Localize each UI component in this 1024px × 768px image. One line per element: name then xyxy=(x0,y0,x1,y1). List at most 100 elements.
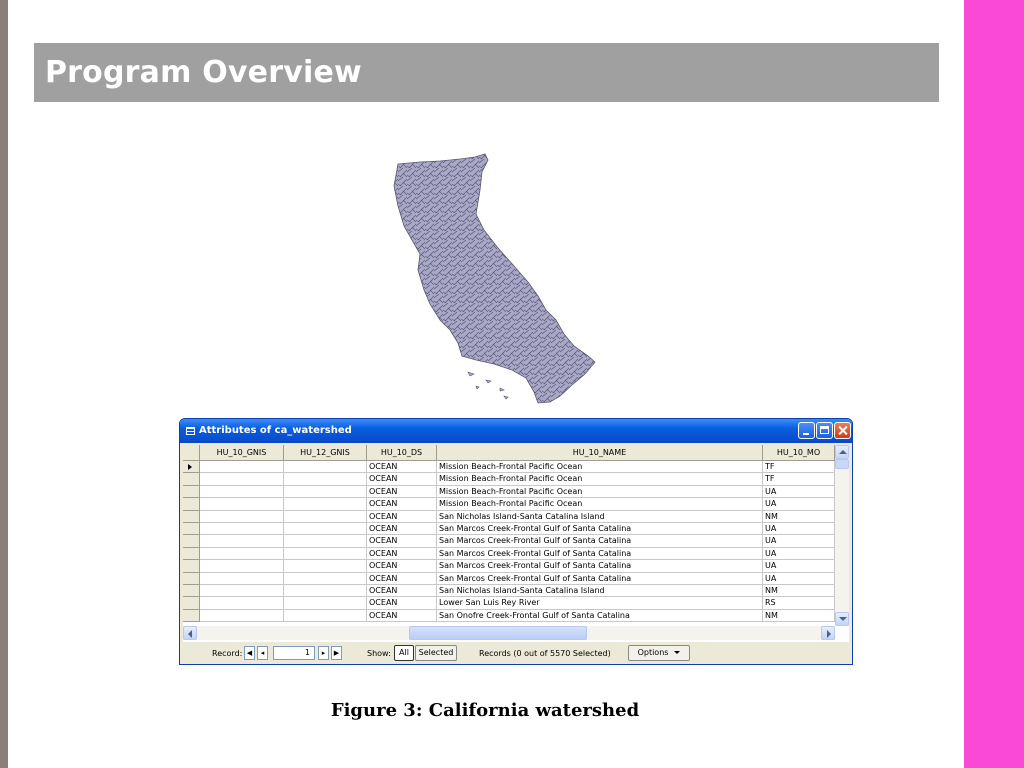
cell-ds[interactable]: OCEAN xyxy=(367,572,437,585)
cell-ds[interactable]: OCEAN xyxy=(367,560,437,573)
show-selected-button[interactable]: Selected xyxy=(415,645,457,661)
row-selector[interactable] xyxy=(183,597,200,610)
scroll-down-icon[interactable] xyxy=(835,612,849,626)
cell-name[interactable]: San Marcos Creek-Frontal Gulf of Santa C… xyxy=(437,572,763,585)
row-selector[interactable] xyxy=(183,560,200,573)
cell-ds[interactable]: OCEAN xyxy=(367,461,437,474)
row-selector[interactable] xyxy=(183,523,200,536)
cell-name[interactable]: Lower San Luis Rey River xyxy=(437,597,763,610)
cell-name[interactable]: Mission Beach-Frontal Pacific Ocean xyxy=(437,485,763,499)
cell-hu12gnis[interactable] xyxy=(284,597,367,610)
column-header-name[interactable]: HU_10_NAME xyxy=(437,445,763,461)
cell-hu10gnis[interactable] xyxy=(200,535,284,548)
window-titlebar[interactable]: Attributes of ca_watershed xyxy=(180,419,852,443)
cell-ds[interactable]: OCEAN xyxy=(367,535,437,548)
last-record-icon[interactable]: ▶ xyxy=(331,646,342,660)
cell-hu10gnis[interactable] xyxy=(200,473,284,486)
cell-hu12gnis[interactable] xyxy=(284,609,367,623)
row-selector[interactable] xyxy=(183,461,200,474)
cell-hu12gnis[interactable] xyxy=(284,535,367,548)
cell-hu10gnis[interactable] xyxy=(200,597,284,610)
show-all-button[interactable]: All xyxy=(394,645,414,661)
cell-name[interactable]: San Marcos Creek-Frontal Gulf of Santa C… xyxy=(437,523,763,536)
cell-hu12gnis[interactable] xyxy=(284,585,367,598)
close-button[interactable] xyxy=(834,422,851,439)
cell-hu10gnis[interactable] xyxy=(200,560,284,573)
cell-ds[interactable]: OCEAN xyxy=(367,485,437,499)
cell-mo[interactable]: NM xyxy=(763,585,835,598)
cell-hu10gnis[interactable] xyxy=(200,609,284,623)
cell-mo[interactable]: UA xyxy=(763,560,835,573)
cell-mo[interactable]: NM xyxy=(763,609,835,623)
cell-name[interactable]: Mission Beach-Frontal Pacific Ocean xyxy=(437,461,763,474)
cell-ds[interactable]: OCEAN xyxy=(367,609,437,623)
row-selector[interactable] xyxy=(183,473,200,486)
cell-mo[interactable]: UA xyxy=(763,498,835,511)
cell-ds[interactable]: OCEAN xyxy=(367,510,437,523)
cell-mo[interactable]: NM xyxy=(763,510,835,523)
cell-hu12gnis[interactable] xyxy=(284,523,367,536)
vertical-scrollbar[interactable] xyxy=(835,445,849,626)
prev-record-icon[interactable]: ◂ xyxy=(257,646,268,660)
cell-mo[interactable]: UA xyxy=(763,535,835,548)
cell-ds[interactable]: OCEAN xyxy=(367,597,437,610)
cell-hu10gnis[interactable] xyxy=(200,498,284,511)
cell-hu10gnis[interactable] xyxy=(200,572,284,585)
cell-name[interactable]: San Onofre Creek-Frontal Gulf of Santa C… xyxy=(437,609,763,623)
row-selector[interactable] xyxy=(183,585,200,598)
cell-hu12gnis[interactable] xyxy=(284,473,367,486)
record-number-input[interactable]: 1 xyxy=(273,646,315,660)
attribute-table[interactable]: HU_10_GNIS HU_12_GNIS HU_10_DS HU_10_NAM… xyxy=(183,445,849,642)
row-selector[interactable] xyxy=(183,572,200,585)
row-selector-header[interactable] xyxy=(183,445,200,461)
cell-ds[interactable]: OCEAN xyxy=(367,523,437,536)
scroll-left-icon[interactable] xyxy=(183,626,197,640)
row-selector[interactable] xyxy=(183,547,200,561)
column-header-hu12gnis[interactable]: HU_12_GNIS xyxy=(284,445,367,461)
maximize-button[interactable] xyxy=(816,422,833,439)
row-selector[interactable] xyxy=(183,510,200,523)
row-selector[interactable] xyxy=(183,609,200,623)
cell-hu12gnis[interactable] xyxy=(284,547,367,561)
cell-name[interactable]: Mission Beach-Frontal Pacific Ocean xyxy=(437,473,763,486)
cell-ds[interactable]: OCEAN xyxy=(367,585,437,598)
cell-name[interactable]: San Marcos Creek-Frontal Gulf of Santa C… xyxy=(437,560,763,573)
cell-name[interactable]: San Marcos Creek-Frontal Gulf of Santa C… xyxy=(437,547,763,561)
cell-ds[interactable]: OCEAN xyxy=(367,473,437,486)
row-selector[interactable] xyxy=(183,498,200,511)
cell-name[interactable]: San Marcos Creek-Frontal Gulf of Santa C… xyxy=(437,535,763,548)
vertical-scroll-thumb[interactable] xyxy=(835,459,849,469)
first-record-icon[interactable]: ◀ xyxy=(244,646,255,660)
column-header-mo[interactable]: HU_10_MO xyxy=(763,445,835,461)
cell-ds[interactable]: OCEAN xyxy=(367,498,437,511)
cell-name[interactable]: Mission Beach-Frontal Pacific Ocean xyxy=(437,498,763,511)
horizontal-scrollbar[interactable] xyxy=(183,626,835,640)
options-button[interactable]: Options xyxy=(628,645,690,661)
cell-mo[interactable]: UA xyxy=(763,572,835,585)
cell-hu12gnis[interactable] xyxy=(284,485,367,499)
cell-hu10gnis[interactable] xyxy=(200,585,284,598)
scroll-up-icon[interactable] xyxy=(835,445,849,459)
column-header-hu10gnis[interactable]: HU_10_GNIS xyxy=(200,445,284,461)
cell-name[interactable]: San Nicholas Island-Santa Catalina Islan… xyxy=(437,510,763,523)
cell-mo[interactable]: RS xyxy=(763,597,835,610)
cell-hu12gnis[interactable] xyxy=(284,461,367,474)
cell-hu12gnis[interactable] xyxy=(284,510,367,523)
cell-hu10gnis[interactable] xyxy=(200,547,284,561)
cell-mo[interactable]: UA xyxy=(763,485,835,499)
column-header-ds[interactable]: HU_10_DS xyxy=(367,445,437,461)
cell-mo[interactable]: TF xyxy=(763,461,835,474)
row-selector[interactable] xyxy=(183,535,200,548)
row-selector[interactable] xyxy=(183,485,200,499)
cell-mo[interactable]: UA xyxy=(763,547,835,561)
cell-mo[interactable]: UA xyxy=(763,523,835,536)
attributes-window[interactable]: Attributes of ca_watershed HU_10_GNIS HU… xyxy=(179,418,853,665)
cell-hu12gnis[interactable] xyxy=(284,498,367,511)
cell-name[interactable]: San Nicholas Island-Santa Catalina Islan… xyxy=(437,585,763,598)
cell-hu12gnis[interactable] xyxy=(284,560,367,573)
cell-hu10gnis[interactable] xyxy=(200,461,284,474)
cell-mo[interactable]: TF xyxy=(763,473,835,486)
cell-hu10gnis[interactable] xyxy=(200,485,284,499)
minimize-button[interactable] xyxy=(798,422,815,439)
cell-hu12gnis[interactable] xyxy=(284,572,367,585)
